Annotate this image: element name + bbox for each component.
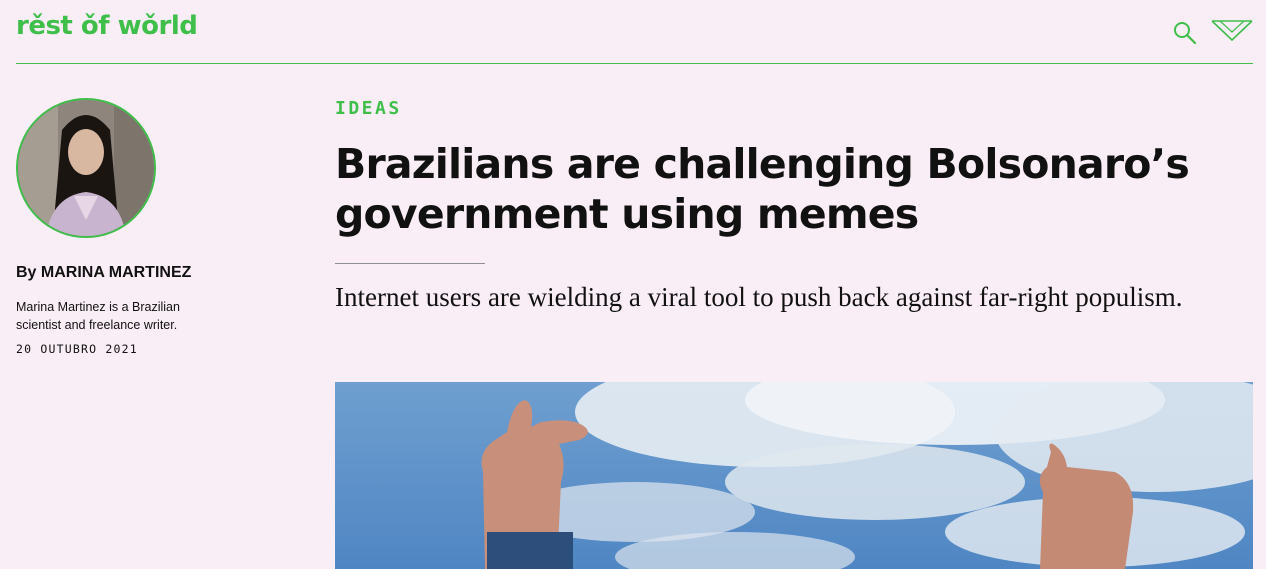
author-photo: [18, 100, 154, 236]
publish-date: 20 OUTUBRO 2021: [16, 342, 138, 356]
menu-chevron-icon: [1211, 20, 1253, 42]
site-header: rěst ǒf wǒrld: [16, 0, 1253, 64]
hero-image: [335, 382, 1253, 569]
site-logo[interactable]: rěst ǒf wǒrld: [16, 11, 198, 41]
headline-divider: [335, 263, 485, 264]
hero-photo: [335, 382, 1253, 569]
article-category[interactable]: IDEAS: [335, 98, 1253, 119]
article-dek: Internet users are wielding a viral tool…: [335, 282, 1183, 312]
author-sidebar: By MARINA MARTINEZ Marina Martinez is a …: [16, 98, 276, 356]
article-headline: Brazilians are challenging Bolsonaro’s g…: [335, 140, 1190, 238]
author-avatar[interactable]: [16, 98, 156, 238]
search-icon: [1174, 22, 1197, 45]
search-button[interactable]: [1172, 20, 1198, 46]
article-header: IDEAS Brazilians are challenging Bolsona…: [335, 98, 1253, 313]
menu-button[interactable]: [1211, 18, 1253, 44]
author-byline[interactable]: By MARINA MARTINEZ: [16, 264, 276, 282]
author-bio: Marina Martinez is a Brazilian scientist…: [16, 300, 180, 332]
